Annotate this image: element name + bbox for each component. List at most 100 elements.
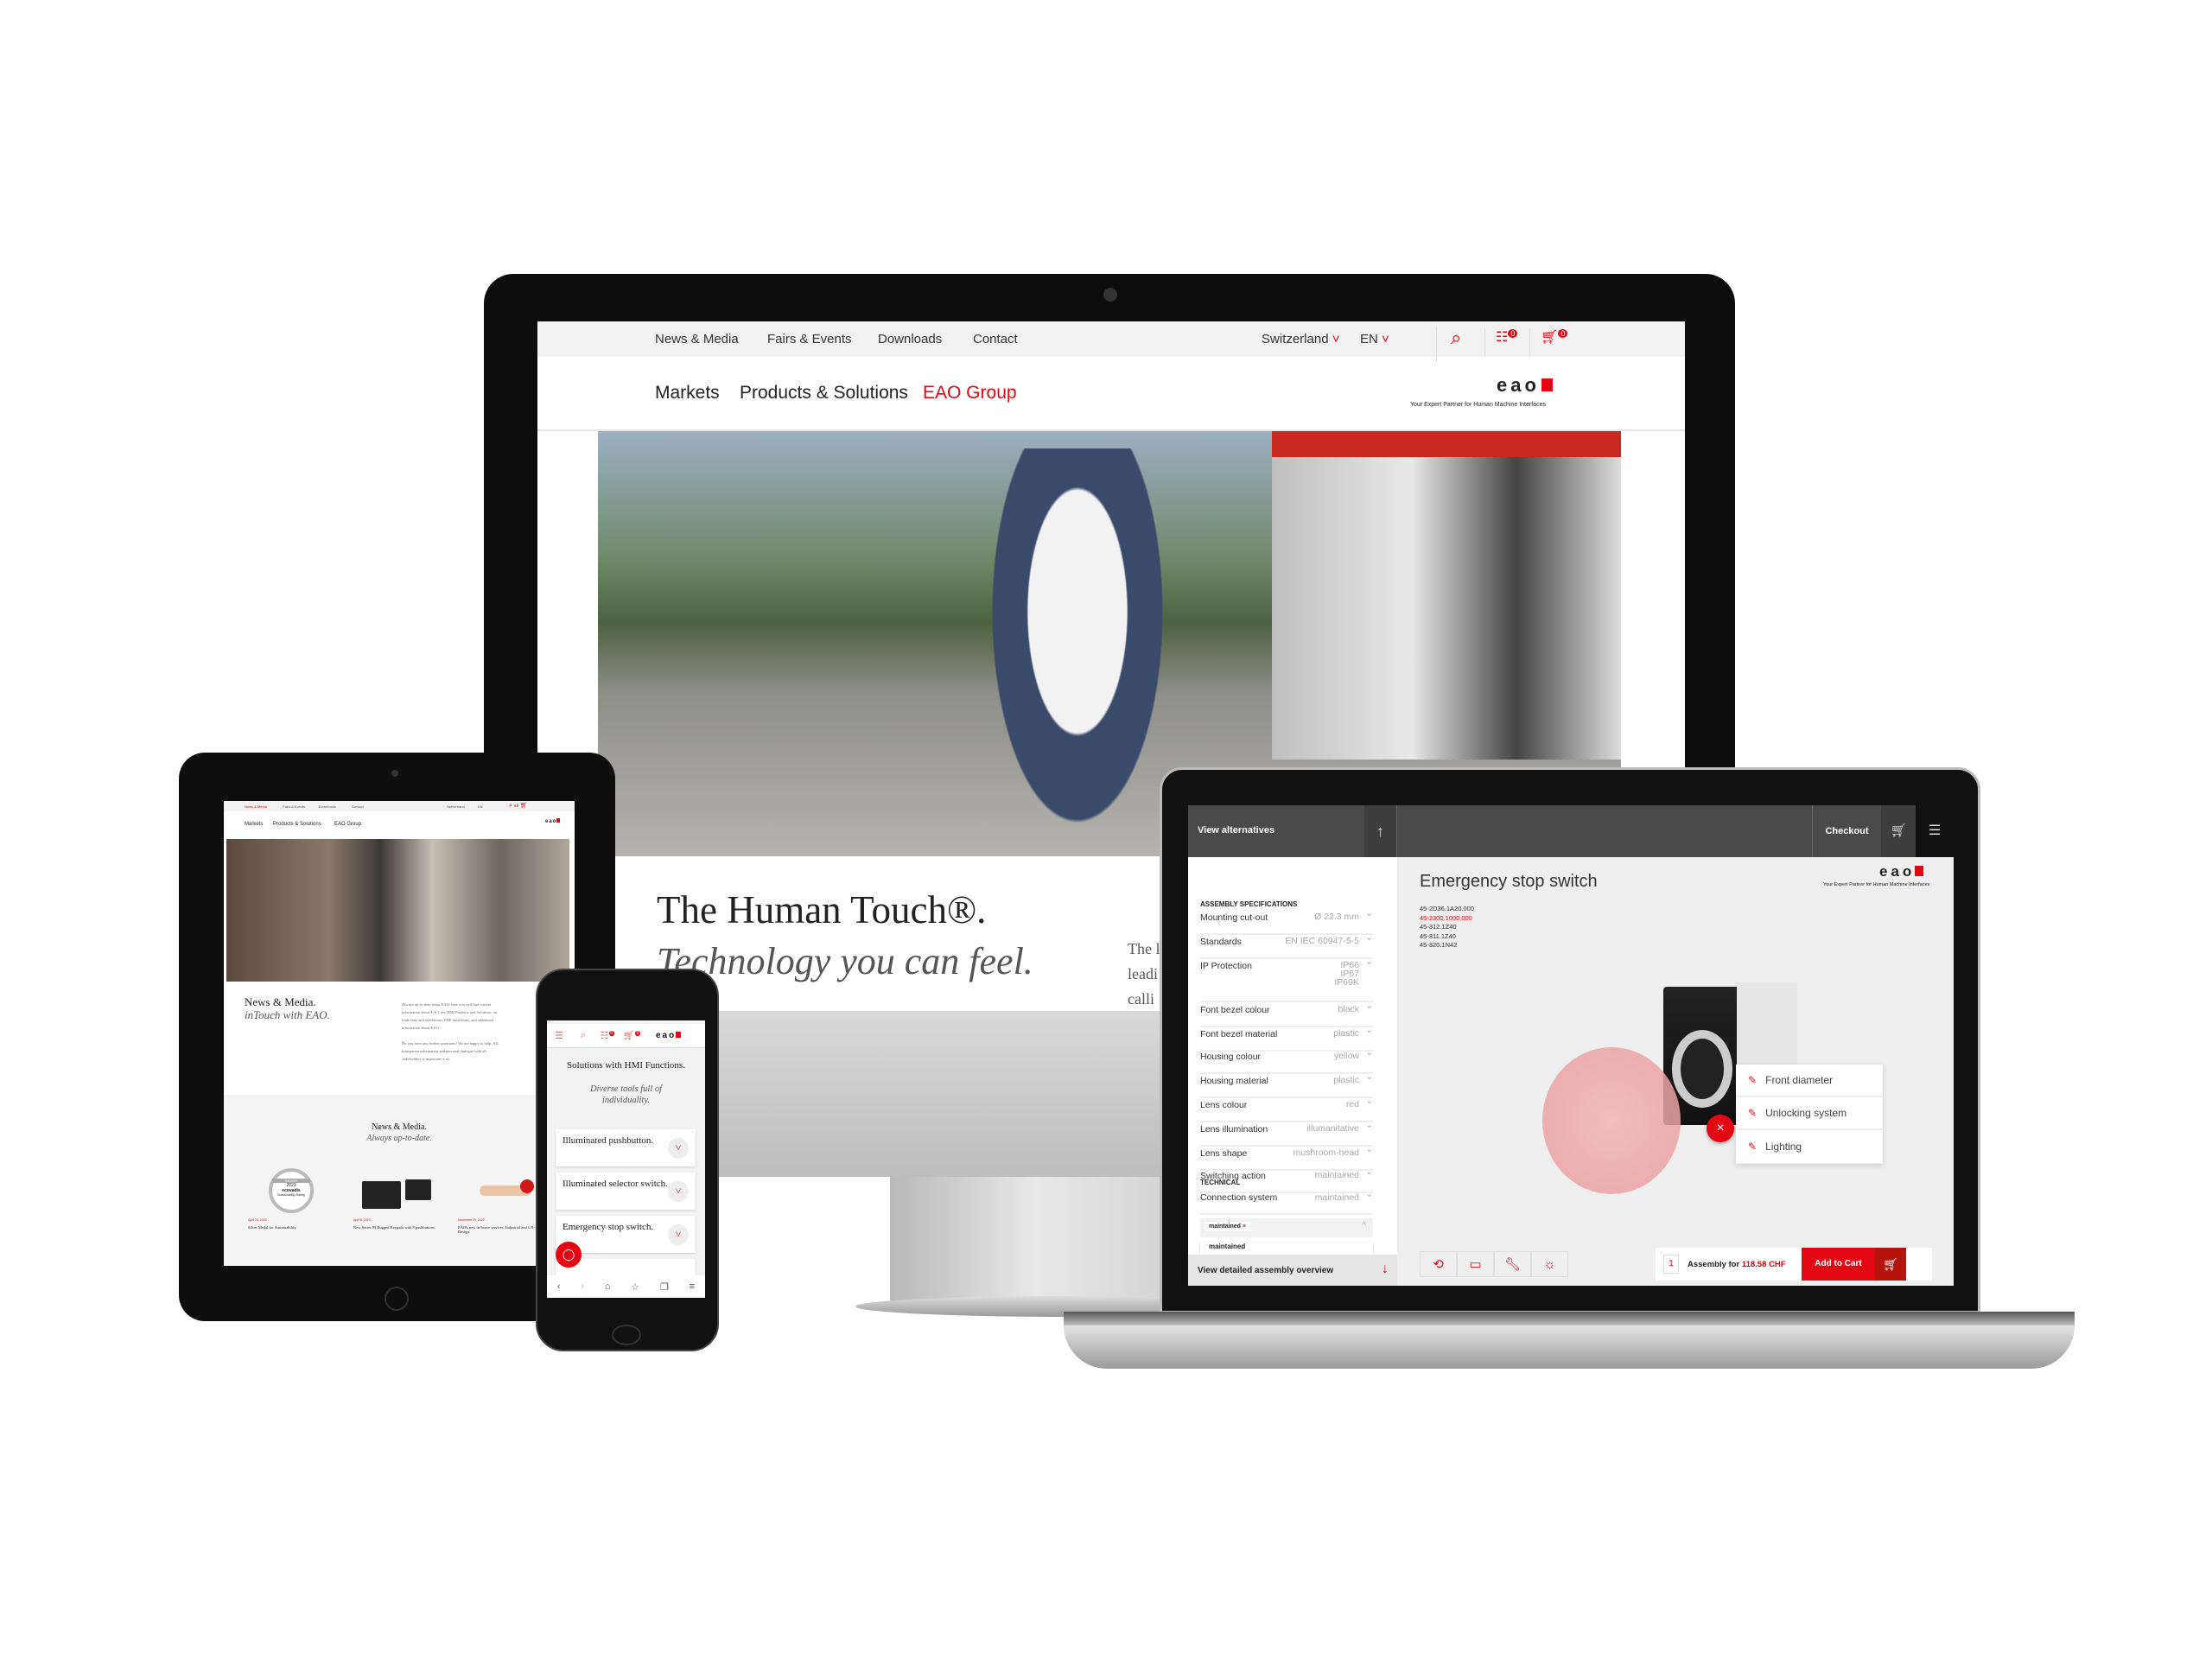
chat-button[interactable]: ◯ — [556, 1242, 582, 1268]
home-button[interactable] — [385, 1287, 409, 1311]
spec-row[interactable]: Mounting cut-out Ø 22.3 mm — [1200, 909, 1373, 935]
remove-icon[interactable]: × — [1243, 1224, 1246, 1230]
topnav-downloads[interactable]: Downloads — [878, 332, 942, 346]
mainnav-products-solutions[interactable]: Products & Solutions — [273, 822, 321, 827]
checkout-button[interactable]: Checkout — [1812, 805, 1881, 857]
topnav-news-media[interactable]: News & Media — [655, 332, 739, 346]
mainnav-markets[interactable]: Markets — [245, 822, 263, 827]
wrench-icon[interactable]: 🔧︎ — [1494, 1251, 1531, 1277]
cart-icon[interactable]: 🛒︎ — [1875, 1248, 1906, 1281]
spec-row[interactable]: Standards EN IEC 60947-5-5 — [1200, 933, 1373, 959]
eao-logo[interactable]: eao — [1497, 374, 1553, 397]
chip-label: maintained — [1209, 1224, 1241, 1230]
eao-logo[interactable]: eao — [656, 1031, 682, 1040]
hamburger-menu-icon[interactable]: ☰ — [1916, 805, 1954, 857]
language-select[interactable]: EN — [478, 804, 483, 809]
view-overview-button[interactable]: View detailed assembly overview ↓ — [1188, 1255, 1397, 1286]
compare-icon[interactable]: ☷ 0 — [1484, 328, 1518, 357]
tagline: Your Expert Partner for Human Machine In… — [1410, 402, 1546, 408]
view-toolbar: ⟲ ▭ 🔧︎ ☼ — [1420, 1251, 1568, 1277]
bulb-icon[interactable]: ☼ — [1531, 1251, 1568, 1277]
compare-icon[interactable]: ☷ 0 — [595, 1030, 620, 1041]
menu-label: Unlocking system — [1765, 1107, 1847, 1119]
menu-item-front-diameter[interactable]: ✎ Front diameter — [1736, 1065, 1883, 1097]
rotate-view-icon[interactable]: ⟲ — [1420, 1251, 1457, 1277]
spec-label: Standards — [1200, 937, 1242, 947]
phone-header: ☰ ⌕ ☷ 0 🛒︎ 0 eao — [547, 1024, 705, 1048]
home-button[interactable] — [612, 1325, 641, 1345]
dropdown-option[interactable]: maintained — [1200, 1243, 1373, 1255]
logo-square — [1541, 378, 1553, 391]
country-select[interactable]: Switzerland ˅ — [1262, 332, 1339, 346]
topnav-fairs-events[interactable]: Fairs & Events — [767, 332, 852, 346]
section-subtitle: Always up-to-date. — [366, 1134, 432, 1143]
country-select[interactable]: Switzerland — [447, 804, 465, 809]
spec-heading: ASSEMBLY SPECIFICATIONS — [1200, 900, 1298, 908]
side-text-line: The l — [1128, 940, 1160, 957]
spec-label: Lens shape — [1200, 1148, 1248, 1159]
part-number[interactable]: 45-320.1N42 — [1420, 941, 1474, 950]
spec-row[interactable]: IP Protection IP66 IP67 IP69K — [1200, 957, 1373, 1002]
spec-row[interactable]: Lens shape mushroom-head — [1200, 1145, 1373, 1171]
menu-item-lighting[interactable]: ✎ Lighting — [1736, 1130, 1883, 1163]
cart-icon[interactable]: 🛒︎ — [1881, 805, 1916, 857]
news-item[interactable]: November 29, 2022 EAO's new in-house serv… — [458, 1218, 536, 1234]
mainnav-markets[interactable]: Markets — [655, 383, 720, 404]
home-icon[interactable]: ⌂ — [605, 1281, 611, 1292]
topnav-contact[interactable]: Contact — [973, 332, 1018, 346]
mainnav-eao-group[interactable]: EAO Group — [923, 383, 1017, 404]
topnav-news-media[interactable]: News & Media — [245, 804, 267, 809]
part-number-selected[interactable]: 45-2300.1000.000 — [1420, 914, 1474, 924]
badge-caption: Sustainability Rating — [277, 1193, 305, 1197]
tabs-icon[interactable]: ❐ — [660, 1281, 669, 1293]
back-icon[interactable]: ‹ — [557, 1281, 561, 1292]
spec-row[interactable]: Housing material plastic — [1200, 1072, 1373, 1098]
mainnav-eao-group[interactable]: EAO Group — [334, 822, 361, 827]
spec-row[interactable]: Lens colour red — [1200, 1096, 1373, 1122]
spec-row[interactable]: Lens illumination illumanitative — [1200, 1121, 1373, 1147]
spec-row[interactable]: Font bezel colour black — [1200, 1001, 1373, 1027]
country-value: Switzerland — [1262, 332, 1329, 346]
accordion-illuminated-selector[interactable]: Illuminated selector switch. ˅ — [556, 1173, 696, 1210]
laptop-screen: View alternatives ↑ Checkout 🛒︎ ☰ ASSEMB… — [1188, 805, 1954, 1286]
hamburger-menu-icon[interactable]: ☰ — [547, 1030, 571, 1041]
spec-row[interactable]: Housing colour yellow — [1200, 1048, 1373, 1074]
price-value: 118.58 CHF — [1741, 1259, 1786, 1269]
ruler-icon[interactable]: ▭ — [1457, 1251, 1494, 1277]
bookmark-star-icon[interactable]: ☆ — [631, 1281, 639, 1293]
ecovadis-badge: SILVER 2023 ecovadis Sustainability Rating — [269, 1168, 314, 1213]
search-icon[interactable]: ⌕ — [571, 1030, 595, 1041]
topnav-contact[interactable]: Contact — [352, 804, 364, 809]
spec-row-connection-system[interactable]: Connection system maintained — [1200, 1189, 1373, 1215]
eao-logo[interactable]: eao — [545, 818, 561, 824]
logo-square — [676, 1032, 682, 1038]
add-to-cart-button[interactable]: Add to Cart — [1802, 1248, 1875, 1281]
topnav-fairs-events[interactable]: Fairs & Events — [283, 804, 305, 809]
language-select[interactable]: EN ˅ — [1360, 332, 1389, 346]
chevron-down-icon: ˅ — [1332, 332, 1340, 346]
keypad-image — [405, 1179, 431, 1200]
search-icon[interactable]: ⌕ ☷ 🛒︎ — [509, 802, 528, 810]
part-number[interactable]: 45-2D36.1A20.000 — [1420, 905, 1474, 914]
spec-row[interactable]: Font bezel material plastic — [1200, 1026, 1373, 1052]
forward-icon[interactable]: › — [581, 1281, 584, 1292]
part-number[interactable]: 45-311.1Z40 — [1420, 932, 1474, 942]
mainnav-products-solutions[interactable]: Products & Solutions — [740, 383, 908, 404]
cart-icon[interactable]: 🛒︎ 0 — [1529, 328, 1568, 357]
news-section: News & Media. Always up-to-date. SILVER 2… — [224, 1095, 575, 1266]
part-number[interactable]: 45-312.1Z40 — [1420, 923, 1474, 932]
logo-text: eao — [545, 819, 557, 824]
topnav-downloads[interactable]: Downloads — [319, 804, 336, 809]
laptop-base — [1064, 1325, 2075, 1369]
cart-icon[interactable]: 🛒︎ 0 — [620, 1030, 644, 1041]
menu-item-unlocking-system[interactable]: ✎ Unlocking system — [1736, 1097, 1883, 1130]
view-alternatives-button[interactable]: View alternatives — [1198, 825, 1274, 836]
news-item[interactable]: April 24, 2023 Silver Medal for Sustainab… — [248, 1218, 339, 1230]
quantity-input[interactable]: 1 — [1663, 1255, 1679, 1274]
menu-icon[interactable]: ≡ — [690, 1281, 695, 1292]
news-item[interactable]: April 5, 2023 New Series 09 Rugged Keypad… — [353, 1218, 444, 1230]
selected-chip-field[interactable]: maintained × ^ — [1200, 1218, 1373, 1237]
accordion-illuminated-pushbutton[interactable]: Illuminated pushbutton. ˅ — [556, 1129, 696, 1166]
close-menu-button[interactable]: × — [1707, 1115, 1734, 1142]
arrow-up-icon[interactable]: ↑ — [1364, 805, 1397, 857]
